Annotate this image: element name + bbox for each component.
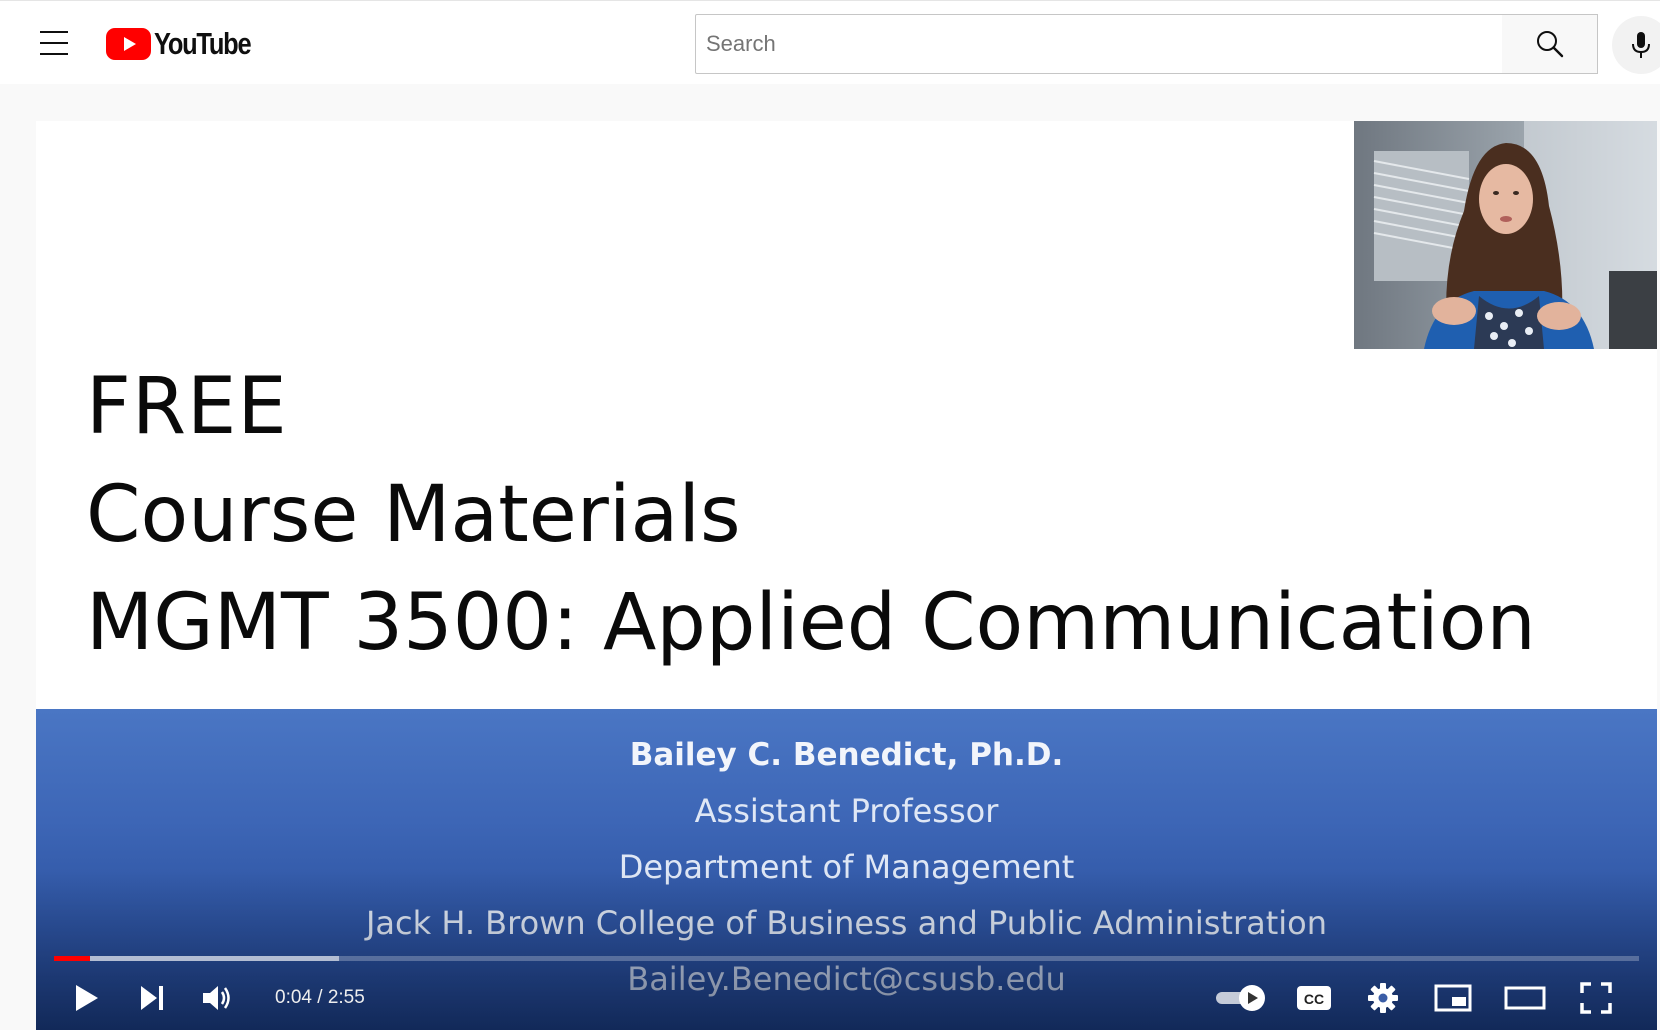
settings-button[interactable] <box>1359 974 1407 1022</box>
play-button[interactable] <box>62 974 110 1022</box>
presenter-name: Bailey C. Benedict, Ph.D. <box>629 737 1064 773</box>
video-player[interactable]: FREE Course Materials MGMT 3500: Applied… <box>36 121 1657 1030</box>
presenter-department: Department of Management <box>618 848 1075 886</box>
volume-button[interactable] <box>194 974 242 1022</box>
slide-title-line3: MGMT 3500: Applied Communication <box>86 578 1536 668</box>
autoplay-toggle[interactable] <box>1211 974 1273 1022</box>
slide-title-line1: FREE <box>86 362 288 452</box>
next-icon <box>141 986 163 1010</box>
svg-text:CC: CC <box>1304 991 1324 1007</box>
cc-icon: CC <box>1297 986 1331 1010</box>
presenter-college: Jack H. Brown College of Business and Pu… <box>365 904 1328 942</box>
logo-text: YouTube <box>154 26 252 61</box>
progress-played <box>54 956 91 961</box>
search-button[interactable] <box>1502 14 1598 74</box>
search-input[interactable] <box>696 15 1502 73</box>
masthead: YouTube <box>0 0 1660 84</box>
youtube-play-logo-icon <box>106 28 151 60</box>
slide-presenter-info: Bailey C. Benedict, Ph.D. Assistant Prof… <box>36 709 1657 1030</box>
presenter-image <box>1354 121 1657 349</box>
miniplayer-icon <box>1434 984 1472 1012</box>
volume-icon <box>203 986 230 1010</box>
hamburger-menu-icon[interactable] <box>34 27 74 59</box>
slide-title-line2: Course Materials <box>86 470 741 560</box>
microphone-icon <box>1632 32 1650 58</box>
play-icon <box>76 985 98 1011</box>
progress-buffered <box>54 956 340 961</box>
captions-button[interactable]: CC <box>1290 974 1338 1022</box>
youtube-logo[interactable]: YouTube <box>106 26 272 61</box>
time-display: 0:04 / 2:55 <box>275 987 365 1008</box>
theater-mode-icon <box>1504 986 1546 1010</box>
progress-bar[interactable] <box>54 956 1639 961</box>
search-icon <box>1536 31 1563 58</box>
autoplay-toggle-icon <box>1216 985 1265 1011</box>
settings-gear-icon <box>1368 983 1398 1013</box>
presenter-title: Assistant Professor <box>694 792 999 830</box>
slide-title: FREE Course Materials MGMT 3500: Applied… <box>86 353 1536 677</box>
voice-search-button[interactable] <box>1612 16 1660 74</box>
miniplayer-button[interactable] <box>1427 974 1479 1022</box>
presenter-webcam-inset <box>1354 121 1657 349</box>
theater-mode-button[interactable] <box>1497 974 1553 1022</box>
fullscreen-button[interactable] <box>1572 974 1620 1022</box>
next-button[interactable] <box>128 974 176 1022</box>
search-box <box>695 14 1503 74</box>
fullscreen-icon <box>1580 982 1612 1014</box>
